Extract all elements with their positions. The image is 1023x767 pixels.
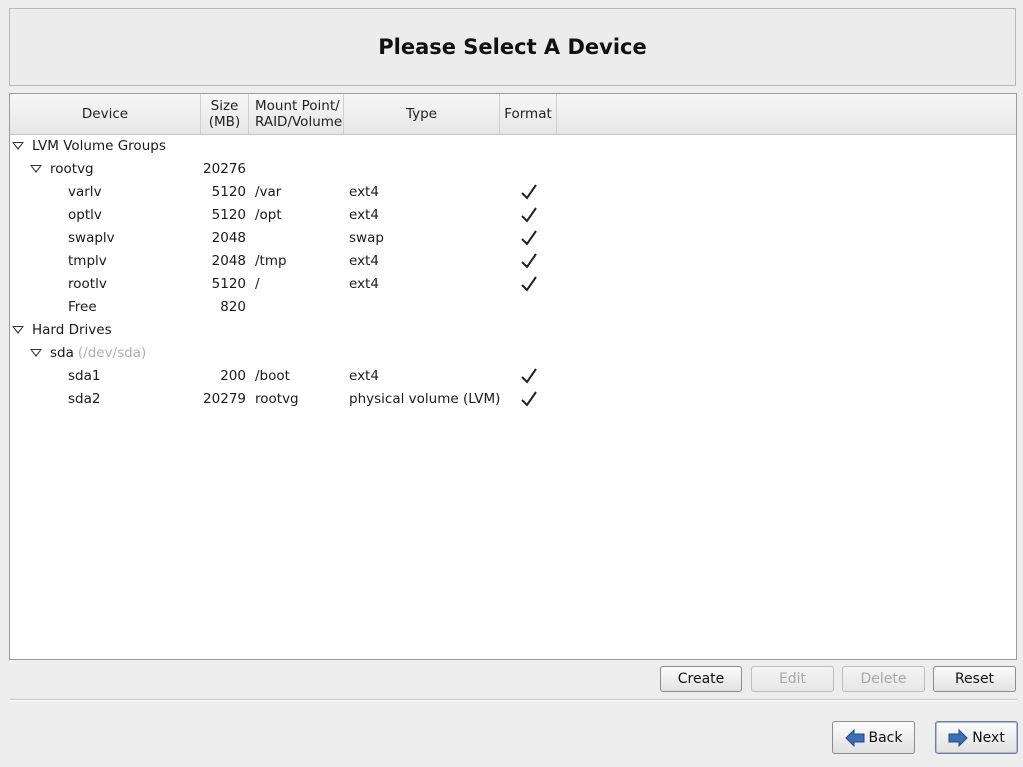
row-size: 5120 bbox=[211, 207, 246, 223]
left-arrow-icon bbox=[844, 728, 864, 747]
tree-row-swaplv[interactable]: swaplv 2048 swap bbox=[10, 227, 1016, 250]
column-device-label: Device bbox=[81, 106, 129, 122]
row-type: ext4 bbox=[349, 368, 379, 384]
disk-path: (/dev/sda) bbox=[77, 345, 147, 361]
checkmark-icon bbox=[521, 391, 537, 407]
tree-row-free[interactable]: Free 820 bbox=[10, 296, 1016, 319]
row-mount: /opt bbox=[255, 207, 282, 223]
row-device: LVM Volume Groups bbox=[32, 138, 166, 154]
row-size: 5120 bbox=[211, 276, 246, 292]
column-size[interactable]: Size (MB) bbox=[201, 94, 249, 134]
row-size: 20279 bbox=[203, 391, 246, 407]
tree-row-sda2[interactable]: sda2 20279 rootvg physical volume (LVM) bbox=[10, 388, 1016, 411]
next-button-label: Next bbox=[972, 729, 1005, 746]
delete-button[interactable]: Delete bbox=[842, 666, 925, 692]
triangle-down-icon[interactable] bbox=[30, 349, 42, 357]
row-device: varlv bbox=[68, 184, 102, 200]
row-mount: / bbox=[255, 276, 260, 292]
row-mount: /var bbox=[255, 184, 282, 200]
create-button[interactable]: Create bbox=[660, 666, 742, 692]
right-arrow-icon bbox=[948, 728, 968, 747]
checkmark-icon bbox=[521, 207, 537, 223]
tree-row-optlv[interactable]: optlv 5120 /opt ext4 bbox=[10, 204, 1016, 227]
tree-rows: LVM Volume Groups rootvg 20276 varlv 512… bbox=[10, 135, 1016, 411]
row-device: optlv bbox=[68, 207, 102, 223]
column-mount-label-1: Mount Point/ bbox=[255, 98, 340, 114]
row-size: 20276 bbox=[203, 161, 246, 177]
row-device: Free bbox=[68, 299, 97, 315]
row-type: swap bbox=[349, 230, 384, 246]
device-tree[interactable]: Device Size (MB) Mount Point/RAID/Volume … bbox=[9, 93, 1017, 660]
row-device: rootvg bbox=[50, 161, 94, 177]
column-size-label-1: Size bbox=[210, 98, 239, 114]
row-type: ext4 bbox=[349, 253, 379, 269]
tree-header: Device Size (MB) Mount Point/RAID/Volume … bbox=[10, 94, 1016, 135]
delete-button-label: Delete bbox=[860, 671, 907, 687]
row-size: 2048 bbox=[211, 253, 246, 269]
row-mount: /boot bbox=[255, 368, 290, 384]
edit-button-label: Edit bbox=[778, 671, 807, 687]
back-button[interactable]: Back bbox=[832, 721, 915, 754]
tree-row-rootvg[interactable]: rootvg 20276 bbox=[10, 158, 1016, 181]
column-device[interactable]: Device bbox=[10, 94, 201, 134]
reset-button-label: Reset bbox=[954, 671, 995, 687]
tree-row-varlv[interactable]: varlv 5120 /var ext4 bbox=[10, 181, 1016, 204]
separator bbox=[9, 699, 1017, 701]
row-mount: /tmp bbox=[255, 253, 287, 269]
row-device: sda1 bbox=[68, 368, 101, 384]
row-type: ext4 bbox=[349, 276, 379, 292]
row-size: 2048 bbox=[211, 230, 246, 246]
row-device: swaplv bbox=[68, 230, 115, 246]
checkmark-icon bbox=[521, 368, 537, 384]
row-device: sda (/dev/sda) bbox=[50, 345, 146, 361]
checkmark-icon bbox=[521, 253, 537, 269]
tree-row-tmplv[interactable]: tmplv 2048 /tmp ext4 bbox=[10, 250, 1016, 273]
triangle-down-icon[interactable] bbox=[12, 142, 24, 150]
column-type-label: Type bbox=[405, 106, 437, 122]
reset-button[interactable]: Reset bbox=[933, 666, 1016, 692]
row-device: rootlv bbox=[68, 276, 107, 292]
tree-row-hard-drives[interactable]: Hard Drives bbox=[10, 319, 1016, 342]
edit-button[interactable]: Edit bbox=[751, 666, 834, 692]
page-header: Please Select A Device bbox=[9, 8, 1016, 86]
row-device: Hard Drives bbox=[32, 322, 112, 338]
column-type[interactable]: Type bbox=[344, 94, 500, 134]
column-size-label-2: (MB) bbox=[208, 114, 241, 130]
checkmark-icon bbox=[521, 184, 537, 200]
column-format-label: Format bbox=[504, 106, 552, 122]
column-filler bbox=[557, 94, 1016, 134]
page-title: Please Select A Device bbox=[378, 35, 647, 59]
tree-row-sda1[interactable]: sda1 200 /boot ext4 bbox=[10, 365, 1016, 388]
tree-row-lvm-group[interactable]: LVM Volume Groups bbox=[10, 135, 1016, 158]
tree-row-sda[interactable]: sda (/dev/sda) bbox=[10, 342, 1016, 365]
row-type: ext4 bbox=[349, 184, 379, 200]
tree-row-rootlv[interactable]: rootlv 5120 / ext4 bbox=[10, 273, 1016, 296]
triangle-down-icon[interactable] bbox=[30, 165, 42, 173]
disk-name: sda bbox=[50, 345, 74, 361]
create-button-label: Create bbox=[677, 671, 725, 687]
row-type: ext4 bbox=[349, 207, 379, 223]
row-device: tmplv bbox=[68, 253, 107, 269]
row-mount: rootvg bbox=[255, 391, 299, 407]
triangle-down-icon[interactable] bbox=[12, 326, 24, 334]
row-size: 820 bbox=[220, 299, 246, 315]
checkmark-icon bbox=[521, 276, 537, 292]
column-mount-label-2: RAID/Volume bbox=[255, 114, 343, 130]
back-button-label: Back bbox=[868, 729, 903, 746]
row-size: 5120 bbox=[211, 184, 246, 200]
row-device: sda2 bbox=[68, 391, 101, 407]
row-size: 200 bbox=[220, 368, 246, 384]
checkmark-icon bbox=[521, 230, 537, 246]
next-button[interactable]: Next bbox=[935, 721, 1018, 754]
row-type: physical volume (LVM) bbox=[349, 391, 501, 407]
column-format[interactable]: Format bbox=[500, 94, 557, 134]
column-mount[interactable]: Mount Point/RAID/Volume bbox=[249, 94, 344, 134]
